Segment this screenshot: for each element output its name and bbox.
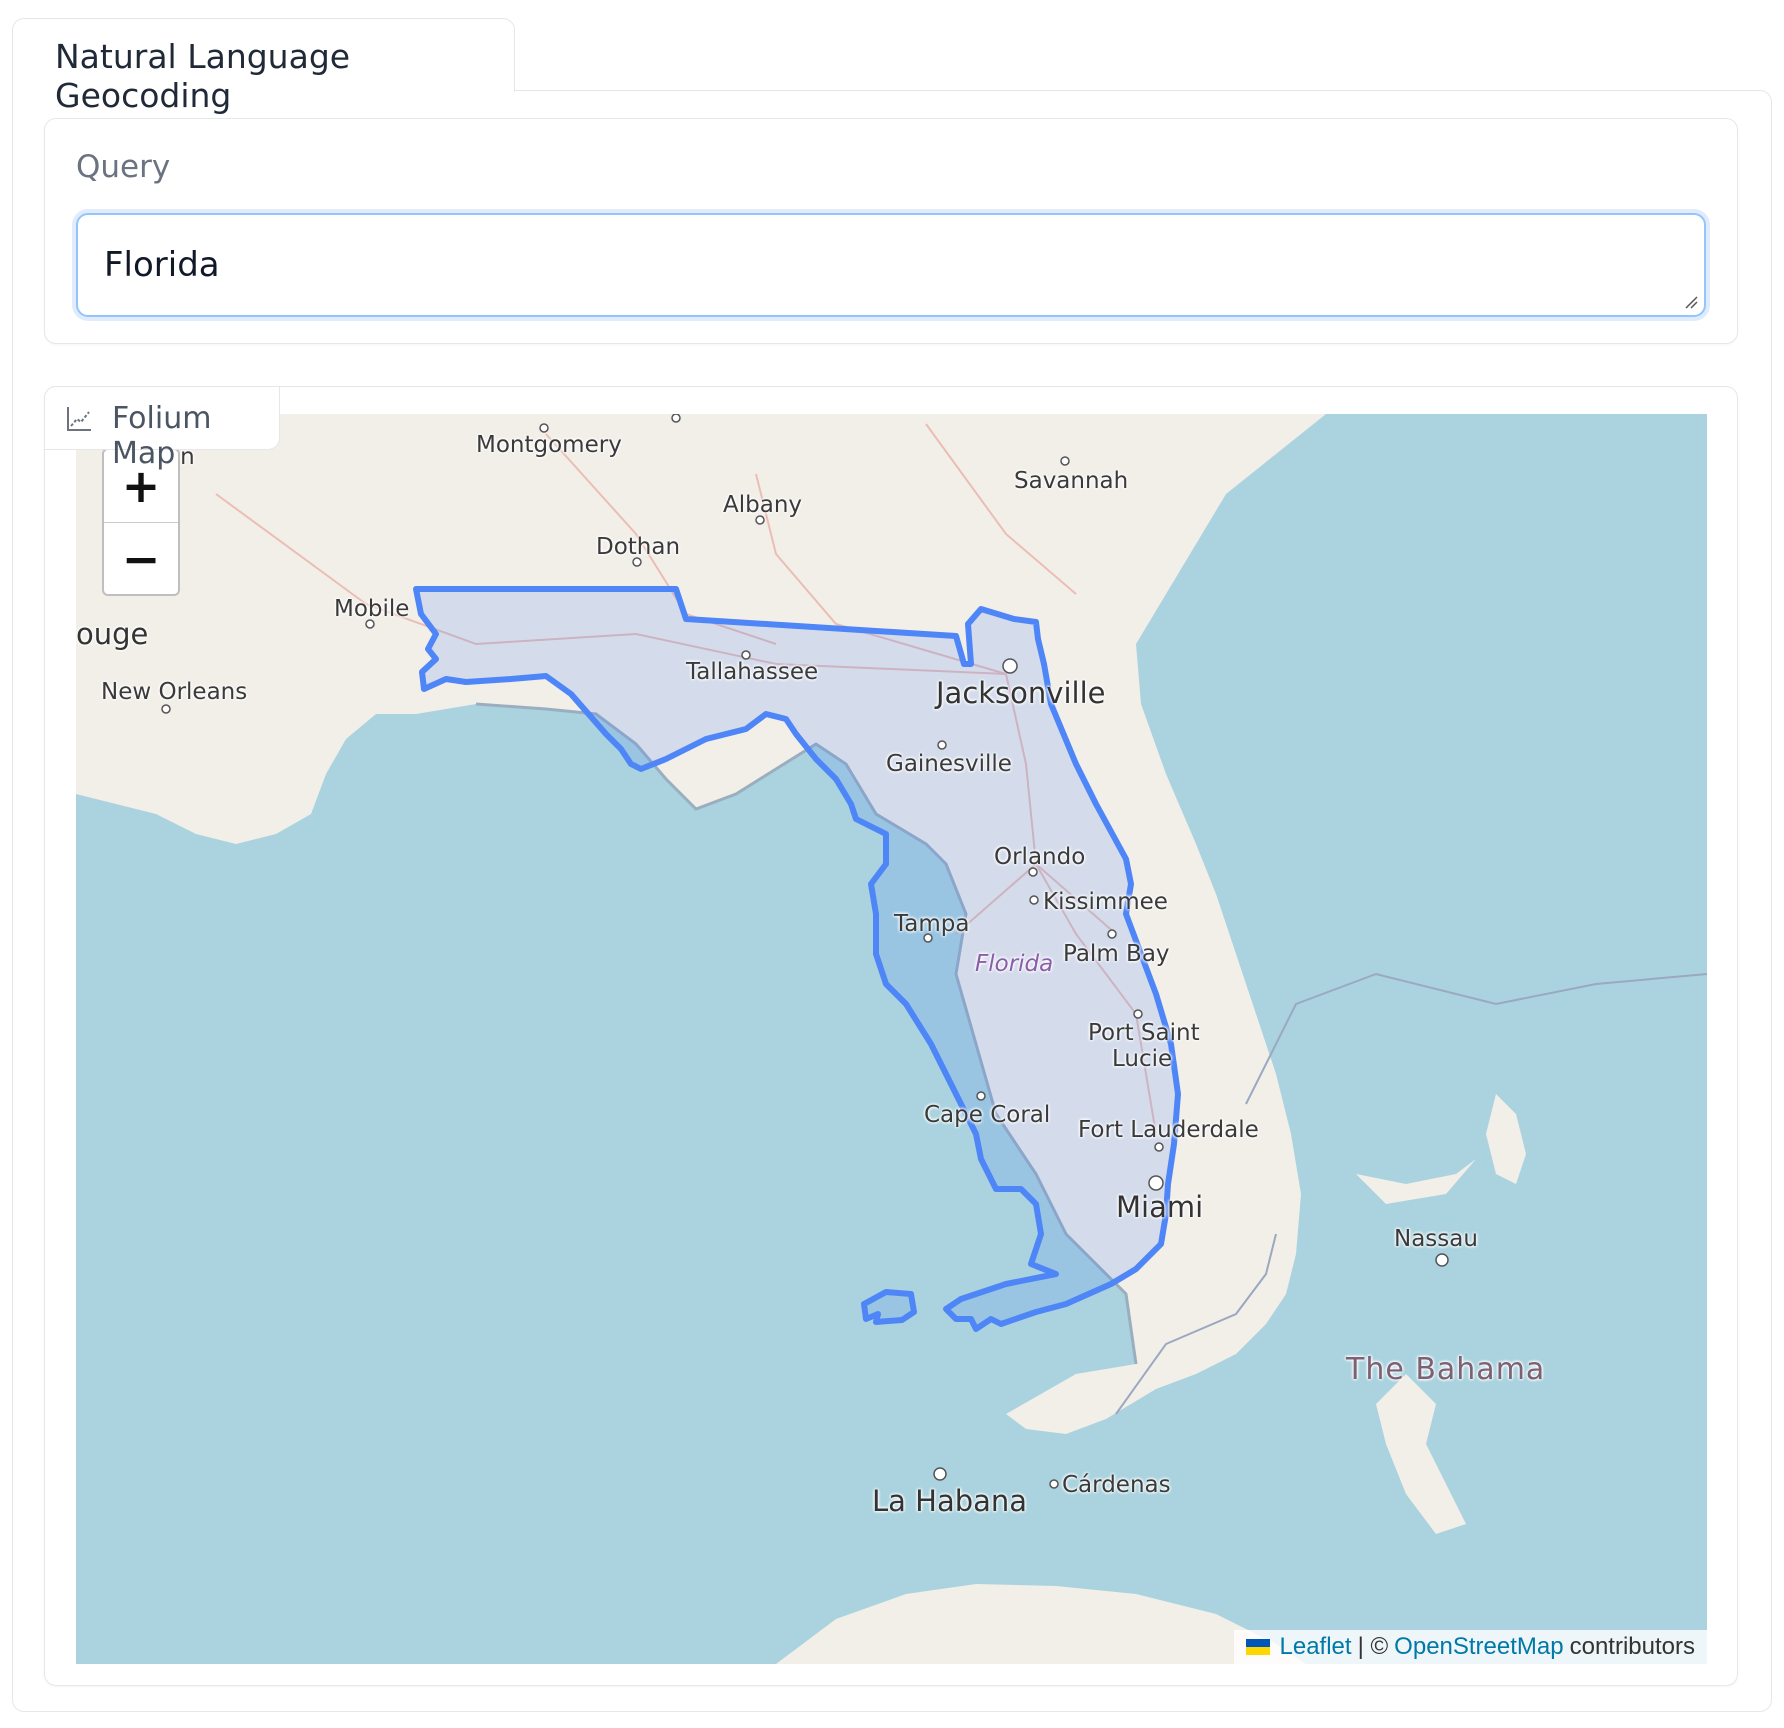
map-label-cape-coral: Cape Coral bbox=[924, 1102, 1051, 1128]
map-label-tab: Folium Map bbox=[44, 386, 280, 471]
map-label-palm-bay: Palm Bay bbox=[1063, 941, 1170, 967]
map-attribution: Leaflet | © OpenStreetMap contributors bbox=[1233, 1630, 1707, 1664]
zoom-out-button[interactable]: − bbox=[104, 523, 178, 595]
map-label: Folium Map bbox=[112, 401, 212, 471]
map-label-fort-lauderdale: Fort Lauderdale bbox=[1078, 1117, 1259, 1143]
map-label-port-saint: Port Saint bbox=[1088, 1020, 1200, 1046]
map-label-la-habana: La Habana bbox=[872, 1484, 1028, 1518]
map-label-bahamas: The Bahama bbox=[1346, 1352, 1546, 1387]
map-label-albany: Albany bbox=[723, 492, 803, 518]
query-label: Query bbox=[76, 149, 171, 185]
map-block: Folium Map + − on Montgomery Savannah Al… bbox=[44, 386, 1738, 1686]
map-label-tallahassee: Tallahassee bbox=[686, 659, 819, 685]
tab-label: Natural Language Geocoding bbox=[55, 37, 351, 115]
map-label-dothan: Dothan bbox=[596, 534, 681, 560]
map-label-kissimmee: Kissimmee bbox=[1043, 889, 1168, 915]
map-label-nassau: Nassau bbox=[1394, 1226, 1478, 1252]
map-label-mobile: Mobile bbox=[334, 596, 410, 622]
map-label-orlando: Orlando bbox=[994, 844, 1086, 870]
map-label-florida: Florida bbox=[975, 951, 1054, 977]
attribution-separator: | © bbox=[1357, 1633, 1389, 1660]
query-value: Florida bbox=[104, 245, 220, 285]
map-label-miami: Miami bbox=[1116, 1190, 1204, 1224]
query-input[interactable]: Florida bbox=[76, 213, 1706, 317]
attribution-contributors: contributors bbox=[1569, 1633, 1695, 1660]
openstreetmap-link[interactable]: OpenStreetMap bbox=[1394, 1633, 1563, 1661]
map-label-baton-rouge: ouge bbox=[76, 617, 149, 651]
map-label-tampa: Tampa bbox=[894, 911, 970, 937]
folium-map[interactable]: + − on Montgomery Savannah Albany Dothan… bbox=[76, 414, 1707, 1664]
map-label-savannah: Savannah bbox=[1014, 468, 1129, 494]
ukraine-flag-icon bbox=[1245, 1639, 1270, 1655]
tab-natural-language-geocoding[interactable]: Natural Language Geocoding bbox=[12, 18, 515, 115]
map-label-lucie: Lucie bbox=[1112, 1046, 1173, 1072]
map-label-gainesville: Gainesville bbox=[886, 751, 1012, 777]
chart-icon bbox=[67, 407, 91, 431]
leaflet-link[interactable]: Leaflet bbox=[1280, 1633, 1352, 1661]
map-tiles[interactable] bbox=[76, 414, 1707, 1664]
map-label-jacksonville: Jacksonville bbox=[936, 676, 1106, 710]
query-block: Query Florida bbox=[44, 118, 1738, 344]
resize-grip-icon[interactable] bbox=[1684, 295, 1698, 309]
map-label-new-orleans: New Orleans bbox=[101, 679, 248, 705]
map-label-cardenas: Cárdenas bbox=[1062, 1472, 1171, 1498]
map-label-montgomery: Montgomery bbox=[476, 432, 622, 458]
